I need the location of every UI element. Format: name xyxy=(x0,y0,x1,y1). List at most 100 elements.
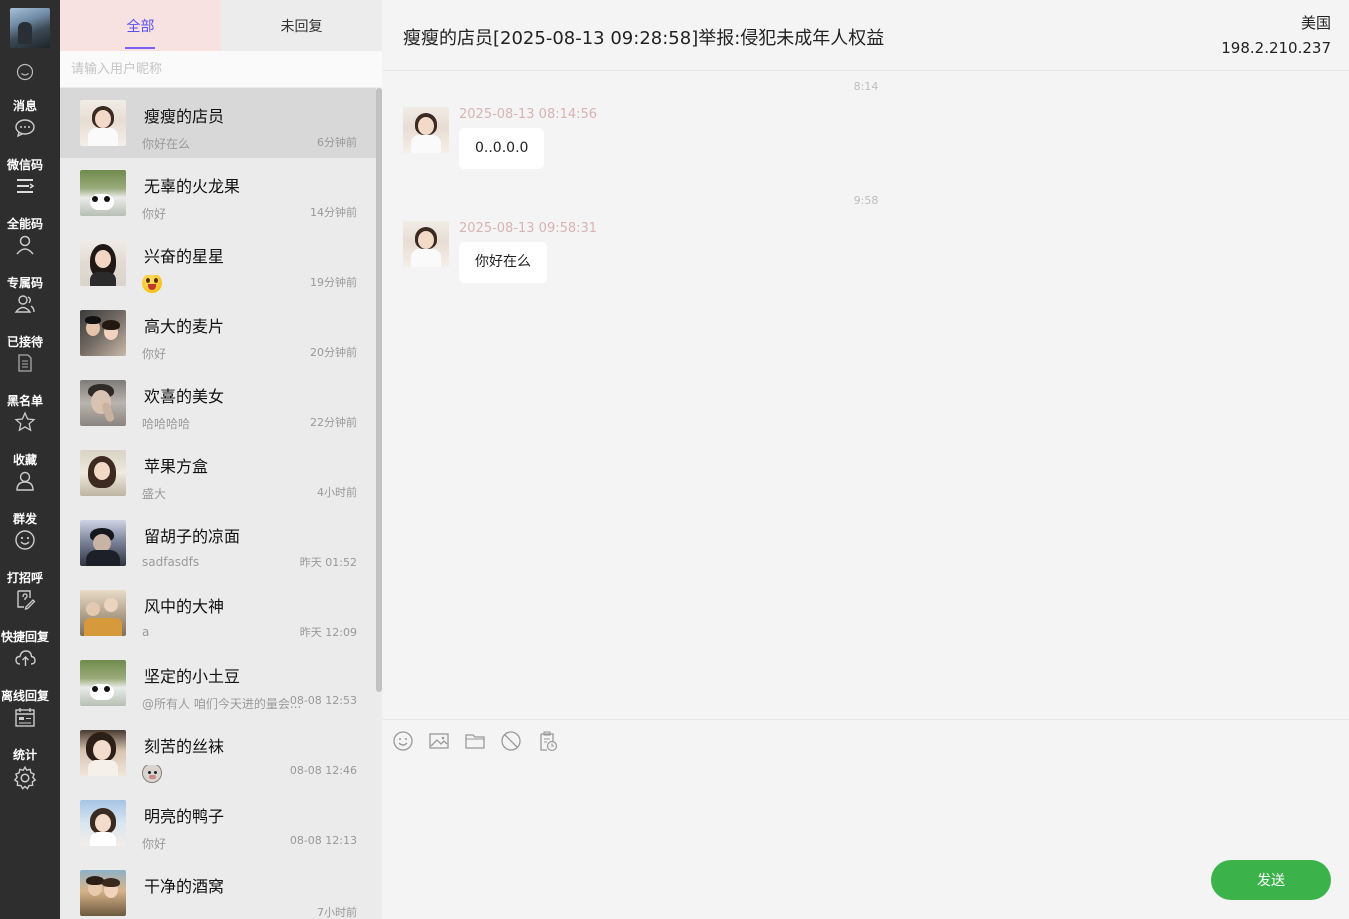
contact-name: 瘦瘦的店员 xyxy=(144,107,225,126)
nav-item-label: 快捷回复 xyxy=(0,630,49,644)
contact-name: 坚定的小土豆 xyxy=(144,667,241,686)
conversation-item[interactable]: 无辜的火龙果 你好 14分钟前 xyxy=(60,158,378,228)
message-time: 昨天 12:09 xyxy=(299,626,357,639)
message-preview: 哈哈哈哈 xyxy=(142,417,191,431)
edit-icon xyxy=(17,590,36,610)
nav-item-label: 已接待 xyxy=(6,335,43,349)
nav-item-messages[interactable]: 消息 xyxy=(0,99,60,158)
conversation-item[interactable]: 刻苦的丝袜 08-08 12:46 xyxy=(60,718,378,788)
search-box xyxy=(60,51,382,88)
message-time: 08-08 12:46 xyxy=(289,764,357,777)
tab-all[interactable]: 全部 xyxy=(60,0,221,51)
message-time: 昨天 01:52 xyxy=(299,556,357,569)
nav-item-exclusive-code[interactable]: 专属码 xyxy=(0,276,60,335)
message-time: 4小时前 xyxy=(317,486,357,499)
time-divider: 9:58 xyxy=(853,194,879,207)
nav-item-label: 消息 xyxy=(12,99,37,113)
nav-item-label: 黑名单 xyxy=(6,394,43,408)
conversation-item[interactable]: 兴奋的星星 19分钟前 xyxy=(60,228,378,298)
bear-emoji xyxy=(142,765,162,783)
conversation-item[interactable]: 高大的麦片 你好 20分钟前 xyxy=(60,298,378,368)
nav-item-greeting[interactable]: 打招呼 xyxy=(0,571,60,630)
conversation-item[interactable]: 欢喜的美女 哈哈哈哈 22分钟前 xyxy=(60,368,378,438)
contact-name: 干净的酒窝 xyxy=(144,877,225,896)
nav-item-blacklist[interactable]: 黑名单 xyxy=(0,394,60,453)
nav-item-label: 收藏 xyxy=(12,453,37,467)
contact-avatar xyxy=(80,380,126,426)
conversation-item[interactable]: 苹果方盒 盛大 4小时前 xyxy=(60,438,378,508)
message-input[interactable] xyxy=(395,764,1195,874)
folder-icon[interactable] xyxy=(464,730,486,752)
user-avatar[interactable] xyxy=(10,8,50,48)
contact-name: 欢喜的美女 xyxy=(144,387,225,406)
scrollbar-thumb[interactable] xyxy=(376,88,382,692)
nav-item-broadcast[interactable]: 群发 xyxy=(0,512,60,571)
contact-avatar xyxy=(80,240,126,286)
message-preview: 盛大 xyxy=(142,487,167,501)
send-button[interactable]: 发送 xyxy=(1211,860,1331,900)
message-timestamp: 2025-08-13 09:58:31 xyxy=(459,221,598,236)
message-time: 6分钟前 xyxy=(317,136,357,149)
contact-name: 风中的大神 xyxy=(144,597,225,616)
nav-item-label: 统计 xyxy=(12,748,37,762)
nav-item-statistics[interactable]: 统计 xyxy=(0,748,60,807)
user-icon xyxy=(16,235,34,255)
contact-name: 苹果方盒 xyxy=(144,457,209,476)
contact-name: 高大的麦片 xyxy=(144,317,225,336)
tab-unreplied[interactable]: 未回复 xyxy=(221,0,382,51)
message-composer: 发送 xyxy=(383,719,1349,919)
emoji-icon[interactable] xyxy=(392,730,414,752)
smile-icon xyxy=(15,530,35,550)
contact-avatar xyxy=(80,310,126,356)
message-time: 08-08 12:13 xyxy=(289,834,357,847)
nav-item-universal-code[interactable]: 全能码 xyxy=(0,217,60,276)
message-time: 08-08 12:53 xyxy=(289,694,357,707)
document-icon xyxy=(18,354,32,372)
conversation-item[interactable]: 风中的大神 a 昨天 12:09 xyxy=(60,578,378,648)
conversation-item[interactable]: 坚定的小土豆 @所有人 咱们今天进的量会... 08-08 12:53 xyxy=(60,648,378,718)
conversation-scrollbar[interactable] xyxy=(376,88,382,919)
clipboard-clock-icon[interactable] xyxy=(536,730,558,752)
sender-avatar[interactable] xyxy=(403,221,449,267)
message-preview: 你好在么 xyxy=(142,137,191,151)
nav-item-label: 打招呼 xyxy=(6,571,43,585)
image-icon[interactable] xyxy=(428,730,450,752)
nav-item-wechat-code[interactable]: 微信码 xyxy=(0,158,60,217)
conversation-item[interactable]: 明亮的鸭子 你好 08-08 12:13 xyxy=(60,788,378,858)
time-divider: 8:14 xyxy=(853,80,879,93)
contact-avatar xyxy=(80,450,126,496)
nav-rail: 消息 微信码 全能码 专属码 已接待 黑名单 收藏 群发 打招呼 快捷回复 离线… xyxy=(0,0,60,919)
nav-item-offline-reply[interactable]: 离线回复 xyxy=(0,689,60,748)
nav-item-quick-reply[interactable]: 快捷回复 xyxy=(0,630,60,689)
star-icon xyxy=(14,411,36,432)
chat-header: 瘦瘦的店员[2025-08-13 09:28:58]举报:侵犯未成年人权益 美国… xyxy=(383,0,1349,71)
contact-avatar xyxy=(80,100,126,146)
conversation-item[interactable]: 瘦瘦的店员 你好在么 6分钟前 xyxy=(60,88,378,158)
message-preview: 你好 xyxy=(142,207,167,221)
conversation-item[interactable]: 留胡子的凉面 sadfasdfs 昨天 01:52 xyxy=(60,508,378,578)
contact-name: 兴奋的星星 xyxy=(144,247,225,266)
contact-avatar xyxy=(80,170,126,216)
chat-window: 瘦瘦的店员[2025-08-13 09:28:58]举报:侵犯未成年人权益 美国… xyxy=(383,0,1349,919)
nav-item-label: 微信码 xyxy=(6,158,43,172)
message-bubble: 你好在么 xyxy=(459,242,547,283)
nav-item-favorites[interactable]: 收藏 xyxy=(0,453,60,512)
nav-item-label: 群发 xyxy=(12,512,37,526)
conversation-item[interactable]: 干净的酒窝 7小时前 xyxy=(60,858,378,919)
calendar-icon xyxy=(15,708,35,727)
block-icon[interactable] xyxy=(500,730,522,752)
status-smile-icon[interactable] xyxy=(16,63,34,81)
search-input[interactable] xyxy=(60,51,382,87)
contact-name: 明亮的鸭子 xyxy=(144,807,225,826)
contact-avatar xyxy=(80,800,126,846)
nav-item-received[interactable]: 已接待 xyxy=(0,335,60,394)
chat-title: 瘦瘦的店员[2025-08-13 09:28:58]举报:侵犯未成年人权益 xyxy=(403,28,885,49)
message-preview: a xyxy=(142,625,150,639)
contact-name: 刻苦的丝袜 xyxy=(144,737,225,756)
message-time: 22分钟前 xyxy=(310,416,357,429)
chat-bubble-icon xyxy=(15,119,35,138)
message-preview: @所有人 咱们今天进的量会... xyxy=(142,697,302,711)
contact-avatar xyxy=(80,590,126,636)
gear-icon xyxy=(13,765,37,790)
sender-avatar[interactable] xyxy=(403,107,449,153)
